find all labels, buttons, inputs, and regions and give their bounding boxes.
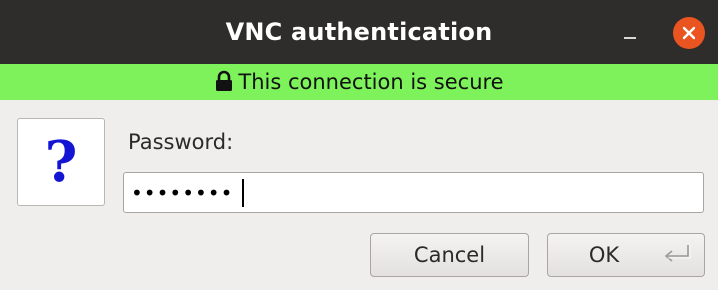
password-input[interactable]: •••••••• xyxy=(123,172,704,213)
titlebar: VNC authentication xyxy=(0,0,718,64)
security-text: This connection is secure xyxy=(238,70,504,94)
close-button[interactable] xyxy=(673,17,705,49)
text-caret xyxy=(242,179,244,207)
cancel-button[interactable]: Cancel xyxy=(370,233,529,277)
enter-key-icon xyxy=(664,245,691,262)
password-masked-value: •••••••• xyxy=(131,181,234,205)
cancel-button-label: Cancel xyxy=(413,243,486,267)
minimize-button[interactable] xyxy=(612,18,646,48)
vnc-auth-dialog: VNC authentication This connection is se… xyxy=(0,0,718,290)
question-icon: ? xyxy=(17,118,105,206)
lock-icon xyxy=(216,70,233,91)
ok-button-label: OK xyxy=(588,243,620,267)
close-icon xyxy=(682,26,696,40)
window-title: VNC authentication xyxy=(225,18,493,46)
ok-button[interactable]: OK xyxy=(547,233,705,277)
question-glyph: ? xyxy=(44,129,78,195)
password-label: Password: xyxy=(128,130,234,154)
security-banner: This connection is secure xyxy=(0,64,718,100)
minimize-icon xyxy=(624,37,636,39)
